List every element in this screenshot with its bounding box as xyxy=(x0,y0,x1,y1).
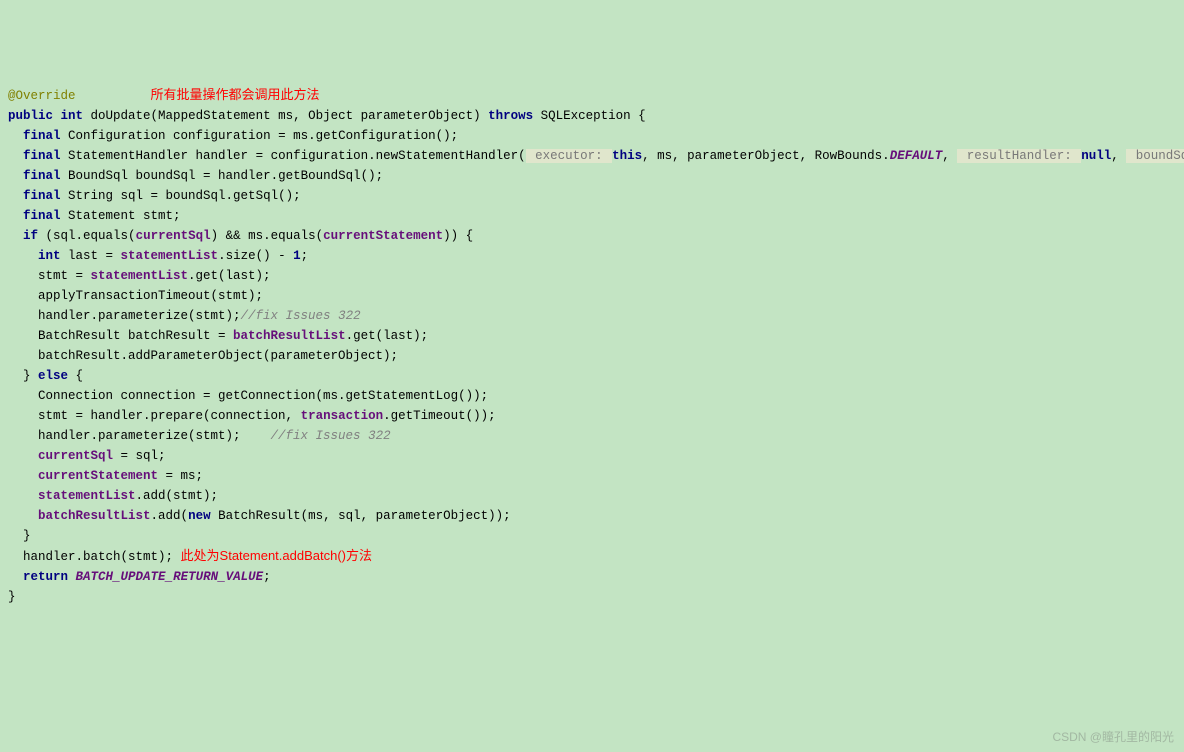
text: .add( xyxy=(151,509,189,523)
text: Statement stmt; xyxy=(61,209,181,223)
field: currentSql xyxy=(136,229,211,243)
text: ; xyxy=(263,570,271,584)
param-hint: boundSql: xyxy=(1126,149,1184,163)
text: handler.parameterize(stmt); xyxy=(8,309,241,323)
constant: DEFAULT xyxy=(890,149,943,163)
kw: final xyxy=(23,209,61,223)
kw: final xyxy=(23,149,61,163)
comment-red-top: 所有批量操作都会调用此方法 xyxy=(151,87,320,102)
kw: this xyxy=(612,149,642,163)
field: currentStatement xyxy=(38,469,158,483)
text: { xyxy=(68,369,83,383)
text: batchResult.addParameterObject(parameter… xyxy=(8,349,398,363)
text: } xyxy=(8,369,38,383)
kw: return xyxy=(23,570,68,584)
text: doUpdate(MappedStatement ms, Object para… xyxy=(83,109,488,123)
comment: //fix Issues 322 xyxy=(241,309,361,323)
comment: //fix Issues 322 xyxy=(271,429,391,443)
text: StatementHandler handler = configuration… xyxy=(61,149,526,163)
code-block: @Override 所有批量操作都会调用此方法 public int doUpd… xyxy=(8,85,1176,607)
field: statementList xyxy=(121,249,219,263)
text: , xyxy=(942,149,957,163)
param-hint: executor: xyxy=(526,149,613,163)
kw: if xyxy=(23,229,38,243)
text: BatchResult batchResult = xyxy=(8,329,233,343)
kw: else xyxy=(38,369,68,383)
text: .get(last); xyxy=(188,269,271,283)
field: currentStatement xyxy=(323,229,443,243)
field: statementList xyxy=(91,269,189,283)
text: .add(stmt); xyxy=(136,489,219,503)
text: , ms, parameterObject, RowBounds. xyxy=(642,149,890,163)
kw: int xyxy=(61,109,84,123)
text: Connection connection = getConnection(ms… xyxy=(8,389,488,403)
kw: final xyxy=(23,169,61,183)
field: transaction xyxy=(301,409,384,423)
text: stmt = xyxy=(8,269,91,283)
text: applyTransactionTimeout(stmt); xyxy=(8,289,263,303)
text: handler.parameterize(stmt); xyxy=(8,429,271,443)
kw: 1 xyxy=(293,249,301,263)
text: ; xyxy=(301,249,309,263)
text: .get(last); xyxy=(346,329,429,343)
text: , xyxy=(1111,149,1126,163)
field: statementList xyxy=(38,489,136,503)
param-hint: resultHandler: xyxy=(957,149,1081,163)
text: = ms; xyxy=(158,469,203,483)
text: SQLException { xyxy=(533,109,646,123)
annotation: @Override xyxy=(8,89,76,103)
field: batchResultList xyxy=(38,509,151,523)
text: ) && ms.equals( xyxy=(211,229,324,243)
watermark: CSDN @瞳孔里的阳光 xyxy=(1052,728,1174,747)
kw: int xyxy=(38,249,61,263)
kw: throws xyxy=(488,109,533,123)
comment-red-bottom: 此处为Statement.addBatch()方法 xyxy=(181,548,372,563)
field: batchResultList xyxy=(233,329,346,343)
text: = sql; xyxy=(113,449,166,463)
kw: public xyxy=(8,109,53,123)
kw: final xyxy=(23,129,61,143)
text: BoundSql boundSql = handler.getBoundSql(… xyxy=(61,169,384,183)
text: )) { xyxy=(443,229,473,243)
text: .size() - xyxy=(218,249,293,263)
text: (sql.equals( xyxy=(38,229,136,243)
kw: final xyxy=(23,189,61,203)
text: stmt = handler.prepare(connection, xyxy=(8,409,301,423)
field: currentSql xyxy=(38,449,113,463)
kw: null xyxy=(1081,149,1111,163)
kw: new xyxy=(188,509,211,523)
text: last = xyxy=(61,249,121,263)
text: String sql = boundSql.getSql(); xyxy=(61,189,301,203)
text: handler.batch(stmt); xyxy=(8,550,181,564)
text: .getTimeout()); xyxy=(383,409,496,423)
constant: BATCH_UPDATE_RETURN_VALUE xyxy=(76,570,264,584)
text: Configuration configuration = ms.getConf… xyxy=(61,129,459,143)
text: } xyxy=(8,529,31,543)
text: BatchResult(ms, sql, parameterObject)); xyxy=(211,509,511,523)
text: } xyxy=(8,590,16,604)
